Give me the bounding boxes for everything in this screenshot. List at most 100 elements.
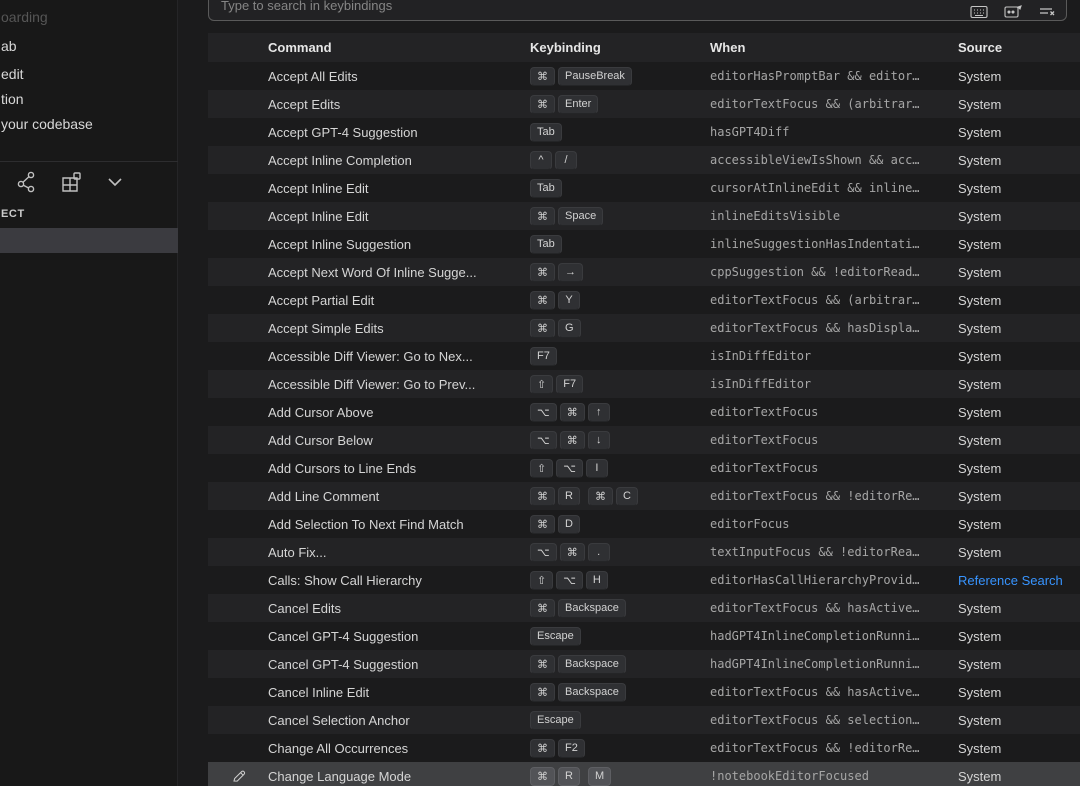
table-row[interactable]: Accept Partial Edit⌘YeditorTextFocus && … (208, 286, 1080, 314)
when-clause: cppSuggestion && !editorRead… (710, 265, 958, 279)
row-gutter (208, 706, 268, 734)
keybinding-keys: ⌥⌘↓ (530, 431, 710, 450)
keycap: Backspace (558, 655, 626, 674)
key-chord-group: ⌘R (530, 487, 580, 506)
command-label: Accept Next Word Of Inline Sugge... (268, 265, 530, 280)
keycap: ⌘ (530, 683, 555, 702)
table-row[interactable]: Accept Simple Edits⌘GeditorTextFocus && … (208, 314, 1080, 342)
sidebar-item-fragment[interactable]: tion (1, 91, 24, 107)
table-row[interactable]: Add Line Comment⌘R⌘CeditorTextFocus && !… (208, 482, 1080, 510)
table-row[interactable]: Cancel Selection AnchorEscapeeditorTextF… (208, 706, 1080, 734)
row-gutter (208, 678, 268, 706)
keycap: Y (558, 291, 580, 310)
keycap: Space (558, 207, 603, 226)
layout-blocks-icon[interactable] (58, 169, 84, 195)
source-extension-link[interactable]: Reference Search (958, 573, 1080, 588)
clear-filter-icon[interactable] (1038, 3, 1056, 21)
table-row[interactable]: Accept Inline Completion^/accessibleView… (208, 146, 1080, 174)
sidebar-item-fragment[interactable]: ab (1, 38, 17, 54)
table-row[interactable]: Change All Occurrences⌘F2editorTextFocus… (208, 734, 1080, 762)
table-row[interactable]: Accept Inline EditTabcursorAtInlineEdit … (208, 174, 1080, 202)
table-row[interactable]: Accept Inline Edit⌘SpaceinlineEditsVisib… (208, 202, 1080, 230)
when-clause: editorTextFocus && selection… (710, 713, 958, 727)
command-label: Accept Inline Edit (268, 181, 530, 196)
row-gutter (208, 62, 268, 90)
source-label: System (958, 769, 1080, 784)
search-input[interactable] (221, 0, 970, 13)
key-chord-group: ⇧F7 (530, 375, 583, 394)
source-label: System (958, 601, 1080, 616)
keycap: ⌘ (530, 515, 555, 534)
table-row[interactable]: Accept Edits⌘EntereditorTextFocus && (ar… (208, 90, 1080, 118)
source-label: System (958, 461, 1080, 476)
sidebar-item-fragment[interactable]: edit (1, 66, 24, 82)
table-row[interactable]: Accessible Diff Viewer: Go to Prev...⇧F7… (208, 370, 1080, 398)
keycap: ⌘ (530, 767, 555, 786)
table-row[interactable]: Add Cursor Below⌥⌘↓editorTextFocusSystem (208, 426, 1080, 454)
header-source: Source (958, 40, 1080, 55)
sidebar-selected-item[interactable] (0, 228, 178, 253)
table-row[interactable]: Change Language Mode⌘RM!notebookEditorFo… (208, 762, 1080, 786)
keycap: ⌘ (530, 655, 555, 674)
row-gutter (208, 734, 268, 762)
source-label: System (958, 97, 1080, 112)
table-row[interactable]: Accessible Diff Viewer: Go to Nex...F7is… (208, 342, 1080, 370)
keyboard-icon[interactable] (970, 3, 988, 21)
row-gutter (208, 482, 268, 510)
when-clause: editorFocus (710, 517, 958, 531)
table-row[interactable]: Accept GPT-4 SuggestionTabhasGPT4DiffSys… (208, 118, 1080, 146)
keybinding-keys: ⌘F2 (530, 739, 710, 758)
row-gutter (208, 426, 268, 454)
command-label: Cancel GPT-4 Suggestion (268, 657, 530, 672)
when-clause: editorTextFocus && hasActive… (710, 601, 958, 615)
keycap: C (616, 487, 638, 506)
table-row[interactable]: Auto Fix...⌥⌘.textInputFocus && !editorR… (208, 538, 1080, 566)
keycap: ⌘ (530, 291, 555, 310)
keycap: R (558, 487, 580, 506)
table-row[interactable]: Accept All Edits⌘PauseBreakeditorHasProm… (208, 62, 1080, 90)
row-gutter (208, 314, 268, 342)
header-when: When (710, 40, 958, 55)
table-row[interactable]: Cancel Edits⌘BackspaceeditorTextFocus &&… (208, 594, 1080, 622)
source-label: System (958, 153, 1080, 168)
table-row[interactable]: Add Cursors to Line Ends⇧⌥IeditorTextFoc… (208, 454, 1080, 482)
command-label: Add Cursor Above (268, 405, 530, 420)
table-row[interactable]: Accept Next Word Of Inline Sugge...⌘→cpp… (208, 258, 1080, 286)
keycap: ⌘ (530, 739, 555, 758)
keycap: F7 (556, 375, 583, 394)
keycap: Tab (530, 123, 562, 142)
keycap: Backspace (558, 683, 626, 702)
keybinding-keys: F7 (530, 347, 710, 366)
keycap: ⌥ (530, 431, 557, 450)
key-chord-group: ⌘Backspace (530, 599, 626, 618)
table-row[interactable]: Add Cursor Above⌥⌘↑editorTextFocusSystem (208, 398, 1080, 426)
keycap: ⌥ (530, 403, 557, 422)
row-gutter (208, 538, 268, 566)
row-gutter (208, 258, 268, 286)
when-clause: inlineSuggestionHasIndentati… (710, 237, 958, 251)
chevron-down-icon[interactable] (102, 169, 128, 195)
table-row[interactable]: Cancel Inline Edit⌘BackspaceeditorTextFo… (208, 678, 1080, 706)
key-chord-group: ⌘F2 (530, 739, 585, 758)
edit-keybinding-icon[interactable] (208, 762, 268, 786)
keybinding-keys: ^/ (530, 151, 710, 170)
sidebar-item-fragment[interactable]: your codebase (1, 116, 93, 132)
fork-icon[interactable] (14, 169, 40, 195)
when-clause: hadGPT4InlineCompletionRunni… (710, 657, 958, 671)
table-row[interactable]: Cancel GPT-4 SuggestionEscapehadGPT4Inli… (208, 622, 1080, 650)
table-row[interactable]: Calls: Show Call Hierarchy⇧⌥HeditorHasCa… (208, 566, 1080, 594)
keybinding-keys: ⇧F7 (530, 375, 710, 394)
keycap: F2 (558, 739, 585, 758)
table-row[interactable]: Cancel GPT-4 Suggestion⌘Backspace hadGPT4… (208, 650, 1080, 678)
row-gutter (208, 202, 268, 230)
row-gutter (208, 174, 268, 202)
key-chord-group: ⌥⌘. (530, 543, 610, 562)
record-keys-icon[interactable] (1004, 3, 1022, 21)
table-row[interactable]: Accept Inline SuggestionTabinlineSuggest… (208, 230, 1080, 258)
key-chord-group: ⌘Enter (530, 95, 598, 114)
table-row[interactable]: Add Selection To Next Find Match⌘Deditor… (208, 510, 1080, 538)
keycap: ⌘ (530, 67, 555, 86)
command-label: Accept Edits (268, 97, 530, 112)
source-label: System (958, 237, 1080, 252)
source-label: System (958, 321, 1080, 336)
